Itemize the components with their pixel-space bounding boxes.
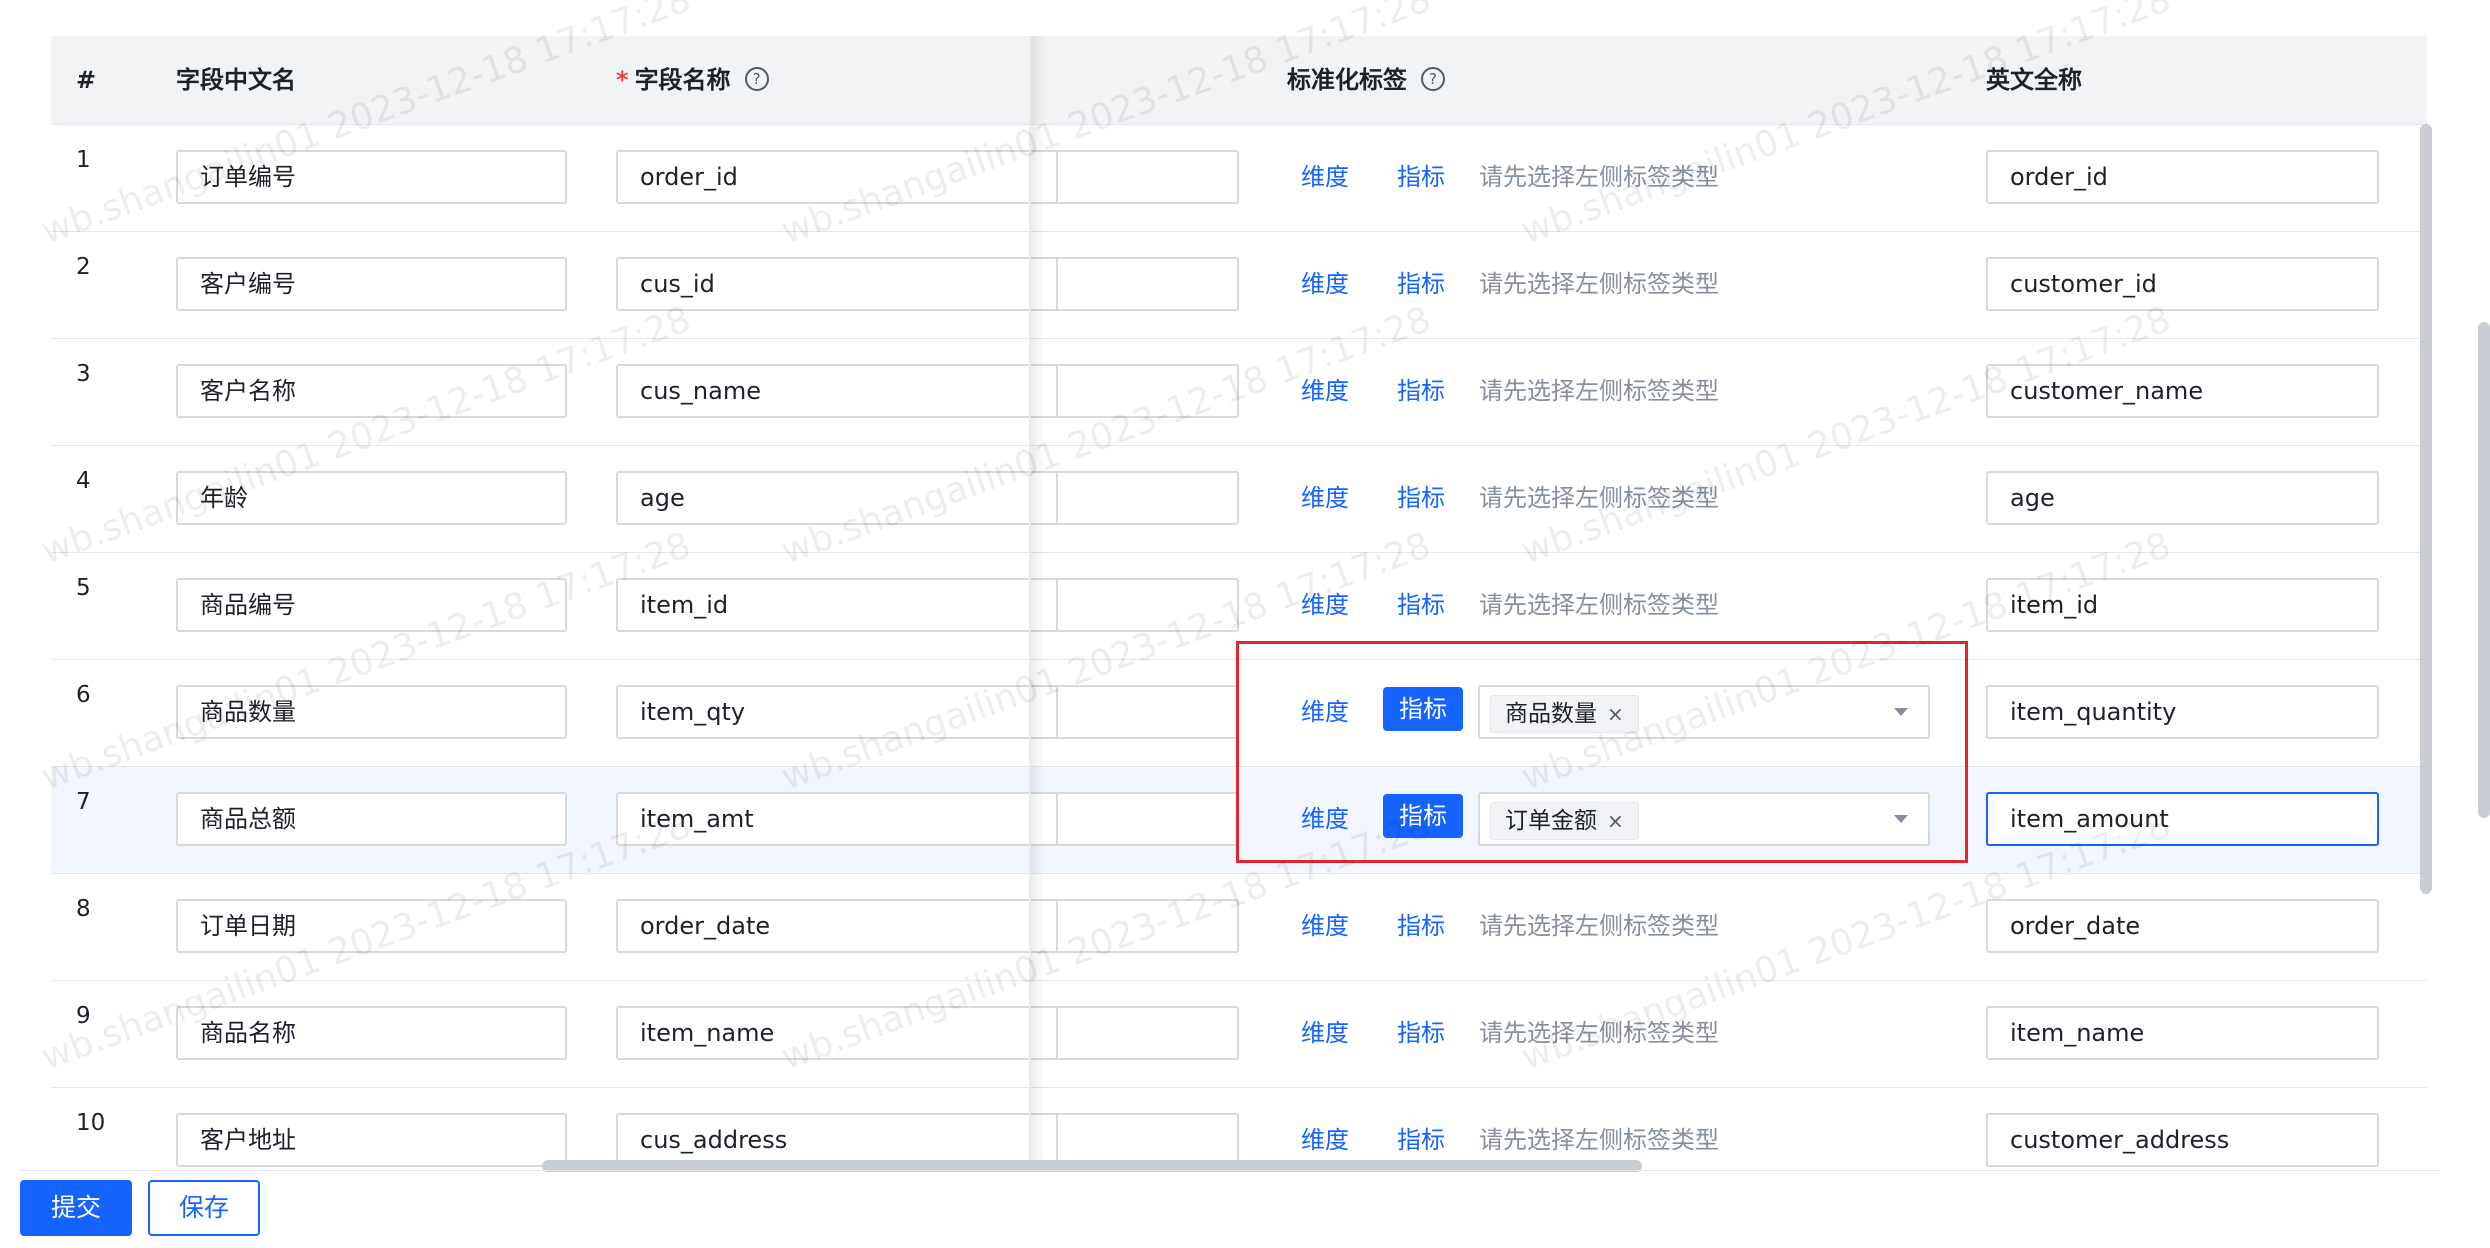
indicator-button[interactable]: 指标 — [1397, 476, 1445, 520]
dimension-button[interactable]: 维度 — [1301, 583, 1349, 627]
dimension-button[interactable]: 维度 — [1301, 904, 1349, 948]
footer-divider — [20, 1170, 2440, 1171]
header-field-name: * 字段名称? — [616, 36, 769, 124]
cn-name-input[interactable]: 商品名称 — [176, 1006, 567, 1060]
table-row: 3 客户名称 cus_name 维度 指标 请先选择左侧标签类型 custome… — [51, 339, 2427, 446]
fixed-column-shadow — [1031, 36, 1045, 1170]
table-row: 1 订单编号 order_id 维度 指标 请先选择左侧标签类型 order_i… — [51, 125, 2427, 232]
tag-placeholder: 请先选择左侧标签类型 — [1479, 377, 1719, 405]
header-std-tag: 标准化标签? — [1287, 36, 1445, 124]
tag-placeholder: 请先选择左侧标签类型 — [1479, 270, 1719, 298]
row-number: 3 — [76, 361, 91, 387]
dimension-button[interactable]: 维度 — [1301, 369, 1349, 413]
en-full-input[interactable]: order_date — [1986, 899, 2379, 953]
en-full-input[interactable]: customer_address — [1986, 1113, 2379, 1167]
header-std-tag-label: 标准化标签 — [1287, 66, 1407, 94]
table-row: 10 客户地址 cus_address 维度 指标 请先选择左侧标签类型 cus… — [51, 1088, 2427, 1170]
tag-placeholder: 请先选择左侧标签类型 — [1479, 591, 1719, 619]
tag-placeholder: 请先选择左侧标签类型 — [1479, 484, 1719, 512]
header-en-full: 英文全称 — [1986, 66, 2082, 94]
dimension-button[interactable]: 维度 — [1301, 476, 1349, 520]
tag-placeholder: 请先选择左侧标签类型 — [1479, 163, 1719, 191]
dimension-button[interactable]: 维度 — [1301, 155, 1349, 199]
table-vertical-scrollbar[interactable] — [2420, 124, 2432, 894]
en-full-input[interactable]: customer_id — [1986, 257, 2379, 311]
cn-name-input[interactable]: 商品数量 — [176, 685, 567, 739]
dimension-button[interactable]: 维度 — [1301, 1118, 1349, 1162]
help-icon[interactable]: ? — [1421, 67, 1445, 91]
row-number: 7 — [76, 789, 91, 815]
dimension-button[interactable]: 维度 — [1301, 1011, 1349, 1055]
dimension-button[interactable]: 维度 — [1301, 262, 1349, 306]
header-field-name-label: 字段名称 — [634, 66, 731, 94]
page-vertical-scrollbar[interactable] — [2478, 322, 2490, 818]
field-name-input[interactable]: item_qty — [616, 685, 1058, 739]
cn-name-input[interactable]: 订单编号 — [176, 150, 567, 204]
field-name-input[interactable]: order_id — [616, 150, 1058, 204]
field-name-input[interactable]: cus_address — [616, 1113, 1058, 1167]
table-row: 9 商品名称 item_name 维度 指标 请先选择左侧标签类型 item_n… — [51, 981, 2427, 1088]
cn-name-input[interactable]: 订单日期 — [176, 899, 567, 953]
row-number: 6 — [76, 682, 91, 708]
en-full-input[interactable]: customer_name — [1986, 364, 2379, 418]
en-full-input[interactable]: item_id — [1986, 578, 2379, 632]
field-name-input[interactable]: item_amt — [616, 792, 1058, 846]
header-num: # — [76, 66, 97, 94]
tag-placeholder: 请先选择左侧标签类型 — [1479, 1126, 1719, 1154]
cn-name-input[interactable]: 客户编号 — [176, 257, 567, 311]
field-name-input[interactable]: cus_id — [616, 257, 1058, 311]
table-row: 8 订单日期 order_date 维度 指标 请先选择左侧标签类型 order… — [51, 874, 2427, 981]
field-name-input[interactable]: age — [616, 471, 1058, 525]
en-full-input-focused[interactable]: item_amount — [1986, 792, 2379, 846]
field-name-input[interactable]: item_name — [616, 1006, 1058, 1060]
annotation-highlight-box — [1236, 641, 1968, 863]
cn-name-input[interactable]: 客户地址 — [176, 1113, 567, 1167]
indicator-button[interactable]: 指标 — [1397, 155, 1445, 199]
indicator-button[interactable]: 指标 — [1397, 369, 1445, 413]
indicator-button[interactable]: 指标 — [1397, 583, 1445, 627]
tag-placeholder: 请先选择左侧标签类型 — [1479, 912, 1719, 940]
table-row: 2 客户编号 cus_id 维度 指标 请先选择左侧标签类型 customer_… — [51, 232, 2427, 339]
row-number: 10 — [76, 1110, 106, 1136]
cn-name-input[interactable]: 客户名称 — [176, 364, 567, 418]
row-number: 8 — [76, 896, 91, 922]
required-mark: * — [616, 66, 629, 94]
field-name-input[interactable]: cus_name — [616, 364, 1058, 418]
en-full-input[interactable]: age — [1986, 471, 2379, 525]
tag-placeholder: 请先选择左侧标签类型 — [1479, 1019, 1719, 1047]
en-full-input[interactable]: order_id — [1986, 150, 2379, 204]
en-full-input[interactable]: item_quantity — [1986, 685, 2379, 739]
field-name-input[interactable]: item_id — [616, 578, 1058, 632]
field-table: # 字段中文名 * 字段名称? 标准化标签? 英文全称 1 订单编号 order_… — [51, 36, 2431, 1170]
en-full-input[interactable]: item_name — [1986, 1006, 2379, 1060]
submit-button[interactable]: 提交 — [20, 1180, 132, 1236]
cn-name-input[interactable]: 商品总额 — [176, 792, 567, 846]
table-header: # 字段中文名 * 字段名称? 标准化标签? 英文全称 — [51, 36, 2427, 125]
row-number: 4 — [76, 468, 91, 494]
indicator-button[interactable]: 指标 — [1397, 1118, 1445, 1162]
table-row: 4 年龄 age 维度 指标 请先选择左侧标签类型 age — [51, 446, 2427, 553]
row-number: 5 — [76, 575, 91, 601]
header-cn-name: 字段中文名 — [176, 66, 296, 94]
cn-name-input[interactable]: 年龄 — [176, 471, 567, 525]
row-number: 1 — [76, 147, 91, 173]
row-number: 9 — [76, 1003, 91, 1029]
row-number: 2 — [76, 254, 91, 280]
indicator-button[interactable]: 指标 — [1397, 1011, 1445, 1055]
field-name-input[interactable]: order_date — [616, 899, 1058, 953]
cn-name-input[interactable]: 商品编号 — [176, 578, 567, 632]
indicator-button[interactable]: 指标 — [1397, 904, 1445, 948]
indicator-button[interactable]: 指标 — [1397, 262, 1445, 306]
save-button[interactable]: 保存 — [148, 1180, 260, 1236]
help-icon[interactable]: ? — [744, 67, 769, 91]
